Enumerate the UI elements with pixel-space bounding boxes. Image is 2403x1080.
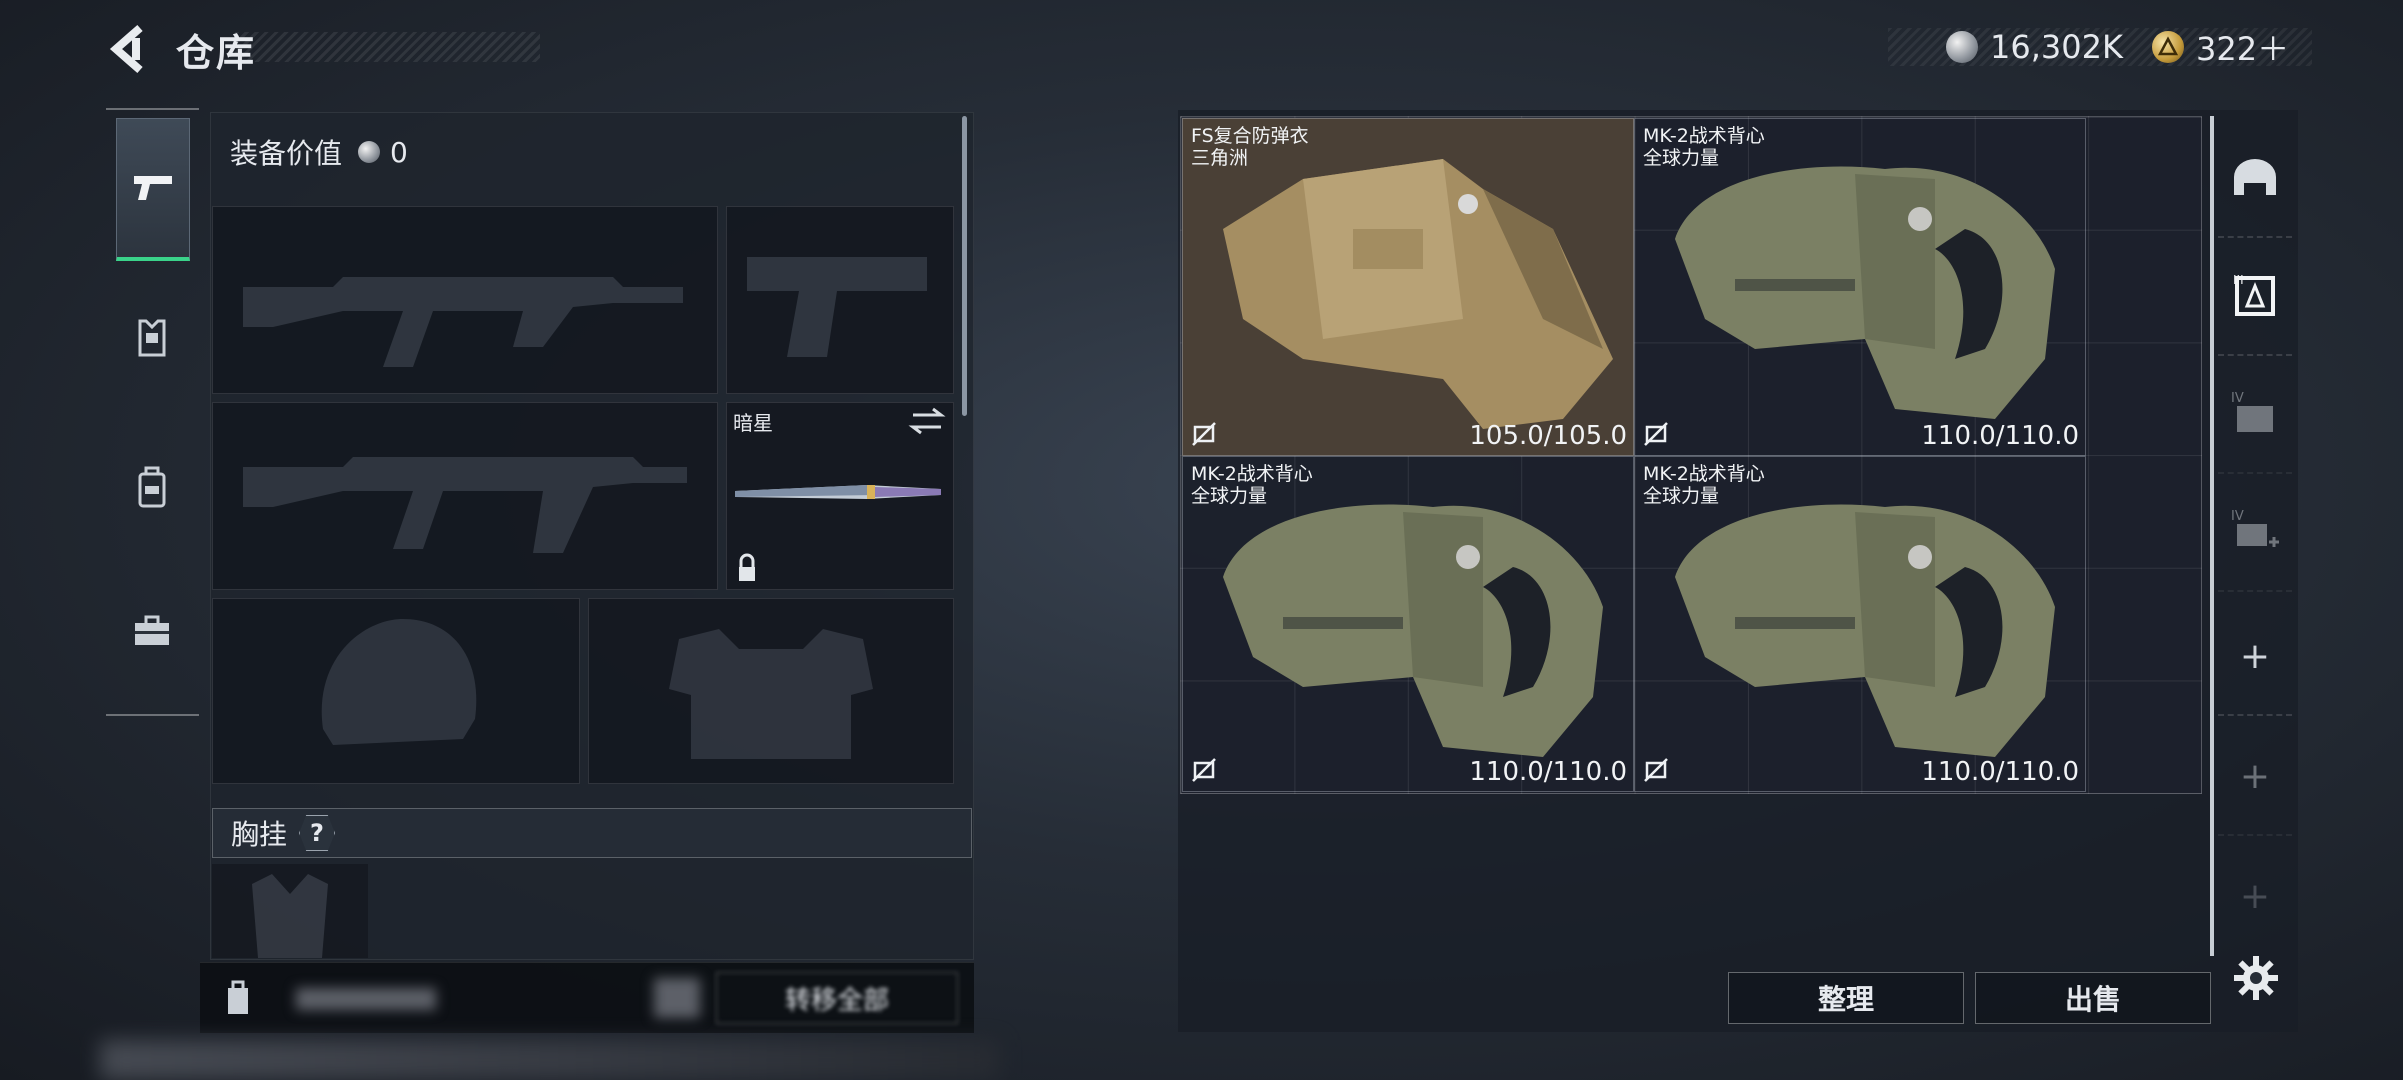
stash-item[interactable]: MK-2战术背心 全球力量 110.0/110.0 [1634,118,2086,456]
body-armor-slot[interactable] [588,598,954,784]
help-icon[interactable]: ? [299,815,336,851]
unbound-flag-icon [1644,422,1668,446]
melee-slot[interactable]: 暗星 [726,402,954,590]
title-decor-strip [235,32,540,62]
helmet-slot[interactable] [212,598,580,784]
rifle-silhouette-icon [243,277,683,367]
armor-silhouette-icon [669,629,873,759]
pistol-icon [134,176,172,200]
side-tab-helmet[interactable] [2218,120,2292,238]
unbound-flag-icon [1644,758,1668,782]
item-durability: 105.0/105.0 [1469,421,1627,451]
category-weapons-tab[interactable] [116,118,190,261]
side-tab-add-3[interactable]: + [2218,838,2292,954]
obscured-capacity-text [296,988,436,1010]
silver-currency: 16,302K [1946,22,2123,72]
lock-icon [739,553,755,581]
helmet-silhouette-icon [321,619,477,745]
side-tab-add-1[interactable]: + [2218,598,2292,716]
plus-icon: + [2239,875,2271,917]
silver-coin-icon [358,141,381,163]
stash-item[interactable]: MK-2战术背心 全球力量 110.0/110.0 [1182,456,1634,792]
unbound-flag-icon [1192,422,1216,446]
tactical-vest-icon [1675,166,2055,419]
side-tab-add-case[interactable]: IV [2218,474,2292,592]
equipment-value-label: 装备价值 [230,137,343,170]
side-tab-armor[interactable]: III [2218,238,2292,356]
svg-text:III: III [2233,273,2244,287]
primary-weapon-slot[interactable] [212,206,718,394]
composite-armor-icon [1223,159,1613,429]
category-tools-tab[interactable] [116,562,188,700]
knife-icon [735,485,941,499]
rifle-silhouette-icon [243,457,687,553]
silver-coin-icon [1946,31,1978,63]
level-four-add-icon: IV [2231,509,2279,547]
equipment-value-amount: 0 [390,135,408,169]
backpack-small-icon [224,980,252,1020]
item-name: FS复合防弹衣 三角洲 [1191,125,1309,169]
obscured-footer [100,1040,1000,1080]
item-durability: 110.0/110.0 [1921,757,2079,787]
armor-filter-icon: III [2233,273,2275,316]
back-arrow-icon[interactable] [104,20,152,78]
obscured-icon [654,978,700,1018]
equipment-value: 装备价值 0 [230,132,408,172]
side-tab-add-2[interactable]: + [2218,718,2292,836]
item-name: MK-2战术背心 全球力量 [1643,463,1765,507]
level-four-case-icon: IV [2231,391,2273,432]
secondary-weapon-slot[interactable] [212,402,718,590]
gold-triangle-coin-icon [2152,31,2184,63]
helmet-icon [2234,159,2276,195]
side-tab-case[interactable]: IV [2218,356,2292,474]
sell-button[interactable]: 出售 [1975,972,2211,1024]
swap-icon[interactable] [908,407,946,435]
tactical-vest-icon [1675,504,2055,757]
armor-rig-icon [138,319,166,357]
item-durability: 110.0/110.0 [1921,421,2079,451]
chest-rig-slot[interactable] [212,864,368,958]
item-durability: 110.0/110.0 [1469,757,1627,787]
item-name: MK-2战术背心 全球力量 [1191,463,1313,507]
backpack-icon [138,466,166,508]
chest-rig-label: 胸挂 [231,818,288,851]
category-armor-tab[interactable] [116,268,188,406]
plus-icon: + [2239,635,2271,677]
organize-button[interactable]: 整理 [1728,972,1964,1024]
loadout-scrollbar[interactable] [962,116,967,416]
toolbox-icon [135,615,169,645]
stash-item[interactable]: MK-2战术背心 全球力量 110.0/110.0 [1634,456,2086,792]
tactical-vest-icon [1223,504,1603,757]
rig-silhouette-icon [252,874,328,958]
pistol-silhouette-icon [747,257,927,357]
unbound-flag-icon [1192,758,1216,782]
svg-text:IV: IV [2231,391,2244,406]
gear-icon[interactable] [2232,954,2280,1002]
plus-icon: + [2239,755,2271,797]
sidearm-slot[interactable] [726,206,954,394]
gold-currency-value: 322＋ [2196,30,2290,68]
silver-currency-value: 16,302K [1990,28,2123,66]
stash-item[interactable]: FS复合防弹衣 三角洲 105.0/105.0 [1182,118,1634,456]
svg-text:IV: IV [2231,509,2244,524]
gold-currency[interactable]: 322＋ [2152,22,2289,72]
chest-rig-header: 胸挂 ? [212,808,972,858]
transfer-all-button[interactable]: 转移全部 [716,972,958,1024]
page-title: 仓库 [176,31,257,75]
item-name: MK-2战术背心 全球力量 [1643,125,1765,169]
category-backpack-tab[interactable] [116,418,188,556]
side-rail-divider [2210,116,2214,956]
